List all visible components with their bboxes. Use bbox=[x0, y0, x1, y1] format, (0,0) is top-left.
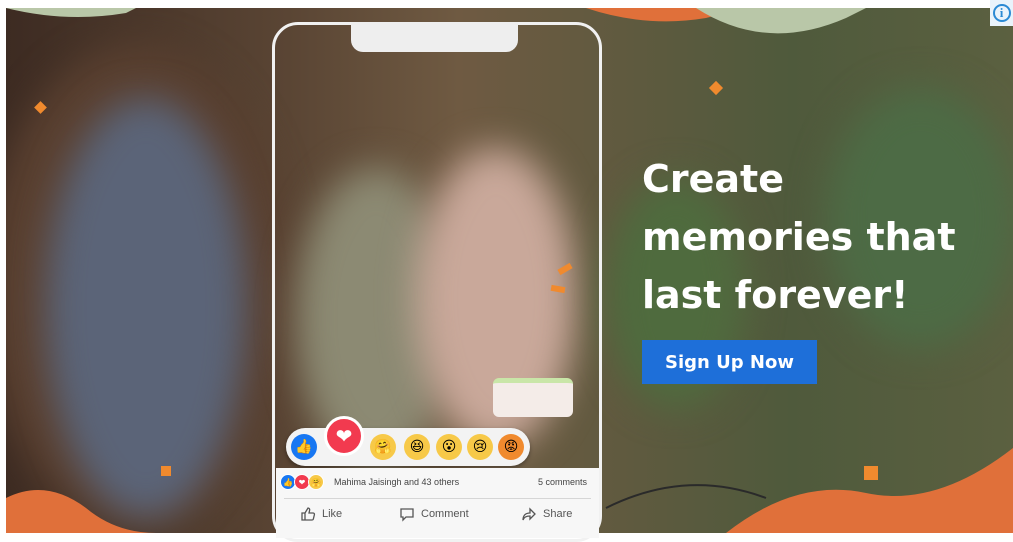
love-icon[interactable]: ❤ bbox=[324, 416, 364, 456]
like-button[interactable]: Like bbox=[300, 506, 342, 522]
ad-info-button[interactable]: i bbox=[990, 0, 1013, 26]
like-label: Like bbox=[322, 508, 343, 520]
comment-label: Comment bbox=[421, 508, 469, 520]
phone-notch bbox=[351, 22, 518, 52]
share-label: Share bbox=[543, 508, 573, 520]
like-icon[interactable]: 👍 bbox=[291, 434, 317, 460]
sign-up-button[interactable]: Sign Up Now bbox=[642, 340, 817, 384]
headline-line: Create bbox=[642, 157, 784, 201]
divider bbox=[284, 498, 591, 499]
share-icon bbox=[522, 507, 536, 521]
haha-icon[interactable]: 😆 bbox=[404, 434, 430, 460]
sad-icon[interactable]: 😢 bbox=[467, 434, 493, 460]
comments-count[interactable]: 5 comments bbox=[538, 477, 587, 487]
care-icon: 🤗 bbox=[308, 474, 324, 490]
comment-icon bbox=[400, 508, 414, 522]
post-footer: 👍 ❤ 🤗 Mahima Jaisingh and 43 others 5 co… bbox=[276, 468, 599, 538]
headline-line: memories that bbox=[642, 215, 956, 259]
share-button[interactable]: Share bbox=[521, 506, 572, 522]
ad-headline: Create memories that last forever! bbox=[642, 150, 1002, 324]
confetti-shape bbox=[864, 466, 878, 480]
care-icon[interactable]: 🤗 bbox=[370, 434, 396, 460]
comment-button[interactable]: Comment bbox=[399, 506, 469, 522]
thumbs-up-icon bbox=[301, 507, 316, 521]
confetti-shape bbox=[161, 466, 171, 476]
info-icon: i bbox=[992, 4, 1011, 22]
reactions-summary-row[interactable]: 👍 ❤ 🤗 Mahima Jaisingh and 43 others 5 co… bbox=[276, 470, 599, 494]
wow-icon[interactable]: 😮 bbox=[436, 434, 462, 460]
angry-icon[interactable]: 😡 bbox=[498, 434, 524, 460]
reactions-summary[interactable]: Mahima Jaisingh and 43 others bbox=[334, 477, 459, 487]
headline-line: last forever! bbox=[642, 273, 909, 317]
